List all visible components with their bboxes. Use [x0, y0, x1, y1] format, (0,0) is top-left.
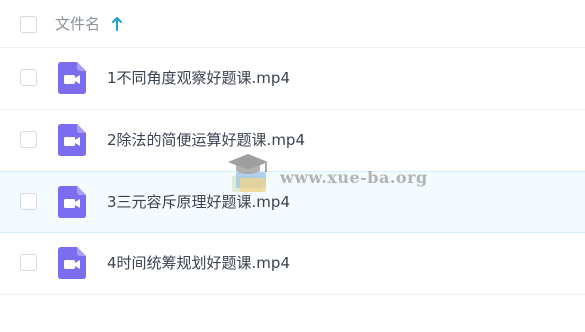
- file-name[interactable]: 4时间统筹规划好题课.mp4: [107, 251, 290, 275]
- row-checkbox[interactable]: [20, 131, 37, 148]
- file-name[interactable]: 2除法的简便运算好题课.mp4: [107, 128, 305, 152]
- sort-arrow-up-icon[interactable]: [111, 15, 123, 33]
- watermark-text: www.xue-ba.org: [280, 168, 428, 187]
- video-file-icon: [58, 186, 86, 218]
- file-name[interactable]: 1不同角度观察好题课.mp4: [107, 66, 290, 90]
- row-checkbox[interactable]: [20, 69, 37, 86]
- video-file-icon: [58, 62, 86, 94]
- watermark: www.xue-ba.org: [222, 150, 427, 200]
- row-checkbox[interactable]: [20, 193, 37, 210]
- filename-column-header[interactable]: 文件名: [55, 13, 100, 35]
- video-file-icon: [58, 247, 86, 279]
- file-row[interactable]: 1不同角度观察好题课.mp4: [0, 48, 585, 110]
- row-checkbox[interactable]: [20, 254, 37, 271]
- graduation-cap-icon: [228, 154, 268, 192]
- file-list: 文件名 1不同角度观察好题课.mp4 2除法的简便运算好题课.mp4 3三元容斥…: [0, 0, 585, 332]
- video-file-icon: [58, 124, 86, 156]
- file-row[interactable]: 4时间统筹规划好题课.mp4: [0, 233, 585, 295]
- file-list-header: 文件名: [0, 0, 585, 48]
- select-all-checkbox[interactable]: [20, 16, 37, 33]
